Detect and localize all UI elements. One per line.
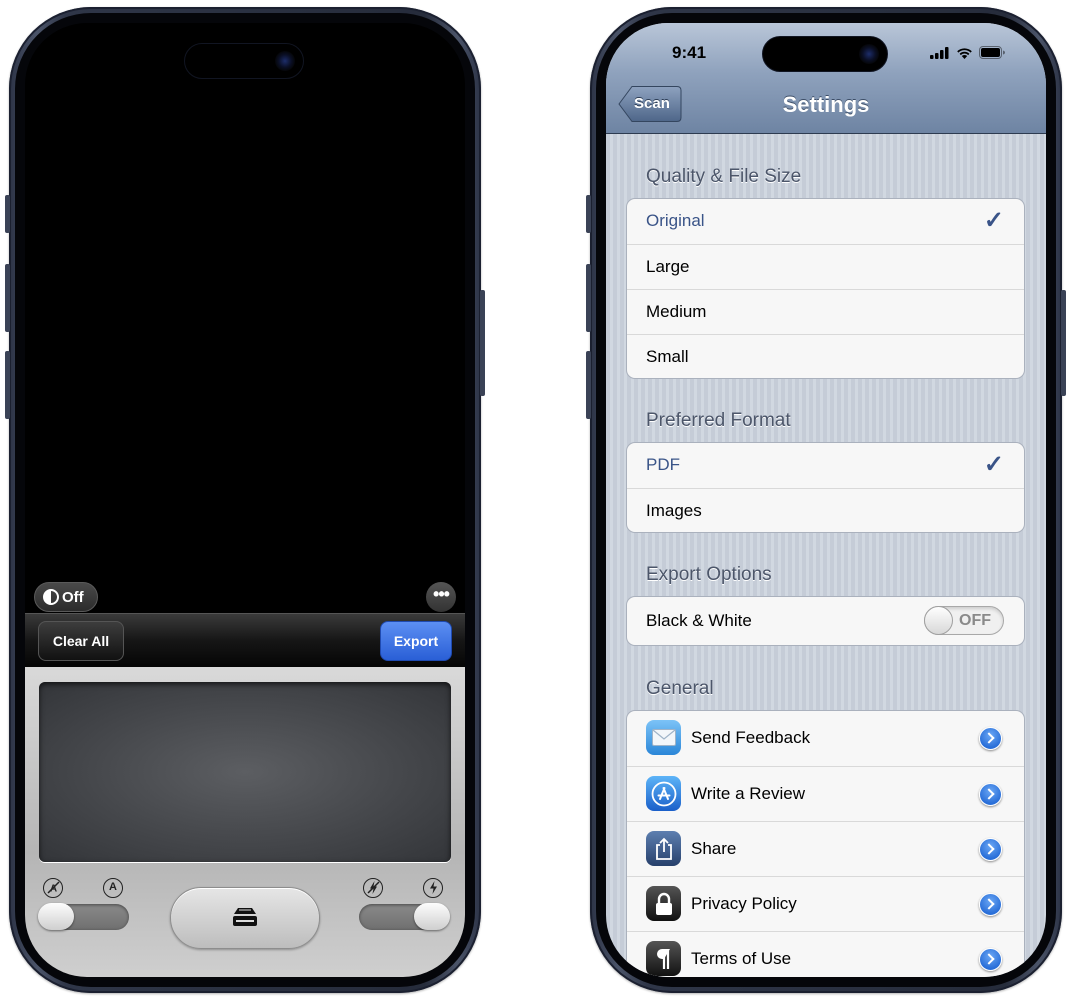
scan-preview-area [39,682,451,862]
checkmark-icon: ✓ [983,451,1004,478]
auto-capture-knob[interactable] [38,903,74,930]
status-time: 9:41 [672,43,707,62]
share-icon [646,831,681,866]
front-camera-icon [859,44,879,64]
general-group: Send Feedback Write a Review Share Priva… [626,710,1025,977]
write-review-row[interactable]: Write a Review [627,766,1024,821]
format-option-label: Images [646,501,702,520]
flash-knob[interactable] [414,903,450,930]
lock-icon [646,886,681,921]
general-item-label: Write a Review [691,784,805,803]
toggle-state-label: OFF [959,612,991,629]
quality-option-label: Large [646,257,690,276]
scanner-controls: A A [25,667,465,977]
power-button [480,290,485,396]
volume-up-button [5,264,10,332]
send-feedback-row[interactable]: Send Feedback [627,711,1024,766]
scan-shutter-button[interactable] [170,887,320,949]
black-white-row: Black & White OFF [627,597,1024,645]
share-row[interactable]: Share [627,821,1024,876]
auto-off-icon: A [43,878,63,898]
filter-toggle-button[interactable]: Off [34,582,98,612]
cellular-signal-icon [930,46,949,59]
privacy-policy-row[interactable]: Privacy Policy [627,876,1024,931]
dynamic-island [184,43,304,79]
flash-off-icon [363,878,383,898]
front-camera-icon [275,51,295,71]
left-phone: Off ••• Clear All Export A A [5,7,485,993]
more-button[interactable]: ••• [426,582,456,612]
volume-down-button [5,351,10,419]
disclosure-button-icon[interactable] [979,948,1002,971]
terms-of-use-row[interactable]: Terms of Use [627,931,1024,977]
general-item-label: Send Feedback [691,728,811,747]
dynamic-island [762,36,888,72]
battery-icon [979,46,1005,59]
auto-icon: A [103,878,123,898]
general-item-label: Privacy Policy [691,894,797,913]
export-options-group: Black & White OFF [626,596,1025,646]
app-store-icon [646,776,681,811]
mail-icon [646,720,681,755]
flash-icon [423,878,443,898]
volume-up-button [586,264,591,332]
black-white-label: Black & White [646,611,752,630]
format-option-pdf[interactable]: PDF ✓ [627,443,1024,488]
black-white-toggle[interactable]: OFF [924,606,1004,635]
flash-switch[interactable] [359,903,450,930]
format-section-header: Preferred Format [646,410,791,431]
format-group: PDF ✓ Images [626,442,1025,533]
quality-option-label: Original [646,211,705,230]
general-item-label: Terms of Use [691,949,792,968]
disclosure-button-icon[interactable] [979,783,1002,806]
export-button[interactable]: Export [380,621,452,661]
quality-group: Original ✓ Large Medium Small [626,198,1025,379]
toggle-knob [924,606,953,635]
clear-all-button[interactable]: Clear All [38,621,124,661]
quality-option-label: Medium [646,302,707,321]
filter-toggle-label: Off [62,588,84,606]
quality-option-large[interactable]: Large [627,244,1024,289]
auto-capture-switch[interactable] [38,903,129,930]
quality-section-header: Quality & File Size [646,166,802,187]
paragraph-icon [646,941,681,976]
contrast-icon [43,589,59,605]
action-button [586,195,591,233]
disclosure-button-icon[interactable] [979,893,1002,916]
quality-option-medium[interactable]: Medium [627,289,1024,334]
power-button [1061,290,1066,396]
quality-option-original[interactable]: Original ✓ [627,199,1024,244]
volume-down-button [586,351,591,419]
status-icons [930,46,1006,59]
ellipsis-icon: ••• [433,584,450,604]
checkmark-icon: ✓ [983,207,1004,234]
scan-toolbar: Clear All Export [25,613,465,667]
quality-option-label: Small [646,347,689,366]
page-title: Settings [782,92,870,117]
scanner-icon [233,908,257,926]
scanner-screen: Off ••• Clear All Export A A [25,23,465,977]
quality-option-small[interactable]: Small [627,334,1024,378]
format-option-images[interactable]: Images [627,488,1024,532]
disclosure-button-icon[interactable] [979,727,1002,750]
format-option-label: PDF [646,455,680,474]
general-item-label: Share [691,839,737,858]
wifi-icon [957,47,972,59]
general-section-header: General [646,678,714,699]
settings-screen: 9:41 Scan Settings Quality & File Size O… [606,23,1046,977]
action-button [5,195,10,233]
export-section-header: Export Options [646,564,772,585]
disclosure-button-icon[interactable] [979,838,1002,861]
right-phone: 9:41 Scan Settings Quality & File Size O… [586,7,1066,993]
navigation-bar: 9:41 Scan Settings [606,23,1046,134]
